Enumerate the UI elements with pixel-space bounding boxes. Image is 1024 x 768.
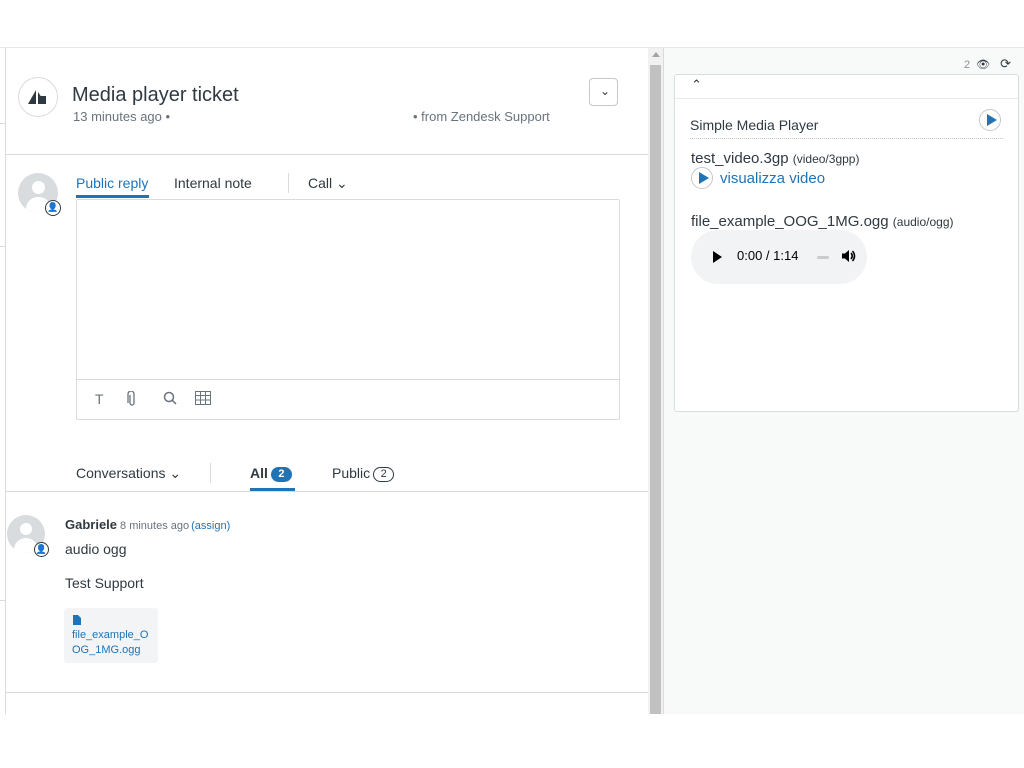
filter-public[interactable]: Public 2 <box>332 465 395 482</box>
ticket-source: • from Zendesk Support <box>413 109 550 124</box>
video-file: test_video.3gp (video/3gpp) <box>691 150 859 167</box>
play-icon[interactable] <box>713 251 722 263</box>
audio-mime: (audio/ogg) <box>892 215 954 229</box>
filter-all[interactable]: All 2 <box>250 465 292 482</box>
audio-time: 0:00 / 1:14 <box>737 248 799 263</box>
user-badge-icon: 👤 <box>45 200 61 216</box>
audio-progress-bar[interactable] <box>817 256 829 259</box>
attachment-icon[interactable] <box>127 390 137 410</box>
ticket-header: Media player ticket 13 minutes ago • • f… <box>6 48 648 155</box>
sidebar-toolbar: 2 👁 ⟳ <box>964 56 1011 72</box>
active-tab-indicator <box>76 195 149 198</box>
tab-internal-note[interactable]: Internal note <box>174 175 252 191</box>
conversations-dropdown[interactable]: Conversations ⌄ <box>76 465 181 482</box>
apps-sidebar: 2 👁 ⟳ ⌃ Simple Media Player test_video.3gp… <box>663 48 1024 714</box>
viewer-count: 2 <box>964 59 971 71</box>
table-icon[interactable] <box>195 391 211 408</box>
attachment-card[interactable]: file_example_OOG_1MG.ogg <box>64 608 158 663</box>
filter-all-label: All <box>250 465 268 481</box>
filter-all-count: 2 <box>270 467 292 482</box>
view-video-link[interactable]: visualizza video <box>720 170 825 187</box>
volume-icon[interactable] <box>841 248 857 264</box>
ticket-title: Media player ticket <box>72 84 239 106</box>
media-player-app: ⌃ Simple Media Player test_video.3gp (vi… <box>674 74 1019 412</box>
comment-body-line: Test Support <box>65 575 144 591</box>
app-collapse-row: ⌃ <box>675 75 1018 99</box>
play-video-icon[interactable] <box>691 167 713 189</box>
audio-player: 0:00 / 1:14 <box>691 230 867 284</box>
comment-time: 8 minutes ago <box>120 520 190 532</box>
video-file-name: test_video.3gp <box>691 150 789 167</box>
reply-editor[interactable]: T <box>76 199 620 420</box>
active-filter-indicator <box>250 488 295 491</box>
audio-file: file_example_OOG_1MG.ogg (audio/ogg) <box>691 213 954 230</box>
collapse-icon[interactable]: ⌃ <box>691 77 702 93</box>
filter-public-label: Public <box>332 465 371 481</box>
chevron-down-icon: ⌄ <box>600 84 611 98</box>
filter-divider <box>210 463 211 483</box>
refresh-icon[interactable]: ⟳ <box>1000 56 1011 72</box>
comment-body-line: audio ogg <box>65 541 127 557</box>
search-icon[interactable] <box>163 391 177 408</box>
conversation-filter-bar: Conversations ⌄ All 2 Public 2 <box>6 458 648 492</box>
attachment-name[interactable]: file_example_OOG_1MG.ogg <box>72 628 156 658</box>
tab-call[interactable]: Call ⌄ <box>308 175 348 192</box>
eye-icon: 👁 <box>976 59 991 71</box>
filter-public-count: 2 <box>373 467 395 482</box>
ticket-age: 13 minutes ago • <box>73 109 171 124</box>
comment-header: Gabriele 8 minutes ago (assign) <box>65 517 230 532</box>
video-mime: (video/3gpp) <box>792 152 860 166</box>
ticket-options-button[interactable]: ⌄ <box>589 78 618 106</box>
zendesk-logo-icon <box>18 77 58 117</box>
main-scrollbar[interactable] <box>648 48 663 714</box>
scroll-up-arrow-icon[interactable] <box>652 52 660 57</box>
top-bar <box>0 0 1024 48</box>
editor-toolbar: T <box>77 379 619 419</box>
tab-divider <box>288 173 289 193</box>
file-icon <box>73 615 81 625</box>
user-badge-icon: 👤 <box>34 542 49 557</box>
app-title: Simple Media Player <box>690 117 819 133</box>
scrollbar-thumb[interactable] <box>650 65 661 714</box>
ticket-main-pane: Media player ticket 13 minutes ago • • f… <box>5 48 648 714</box>
text-format-icon[interactable]: T <box>95 391 104 407</box>
assign-link[interactable]: (assign) <box>191 520 230 532</box>
comment-author[interactable]: Gabriele <box>65 517 117 532</box>
tab-public-reply[interactable]: Public reply <box>76 175 148 191</box>
app-title-divider <box>690 138 1003 139</box>
media-player-logo-icon <box>979 109 1001 131</box>
audio-file-name: file_example_OOG_1MG.ogg <box>691 213 889 230</box>
comment-divider <box>6 692 648 693</box>
